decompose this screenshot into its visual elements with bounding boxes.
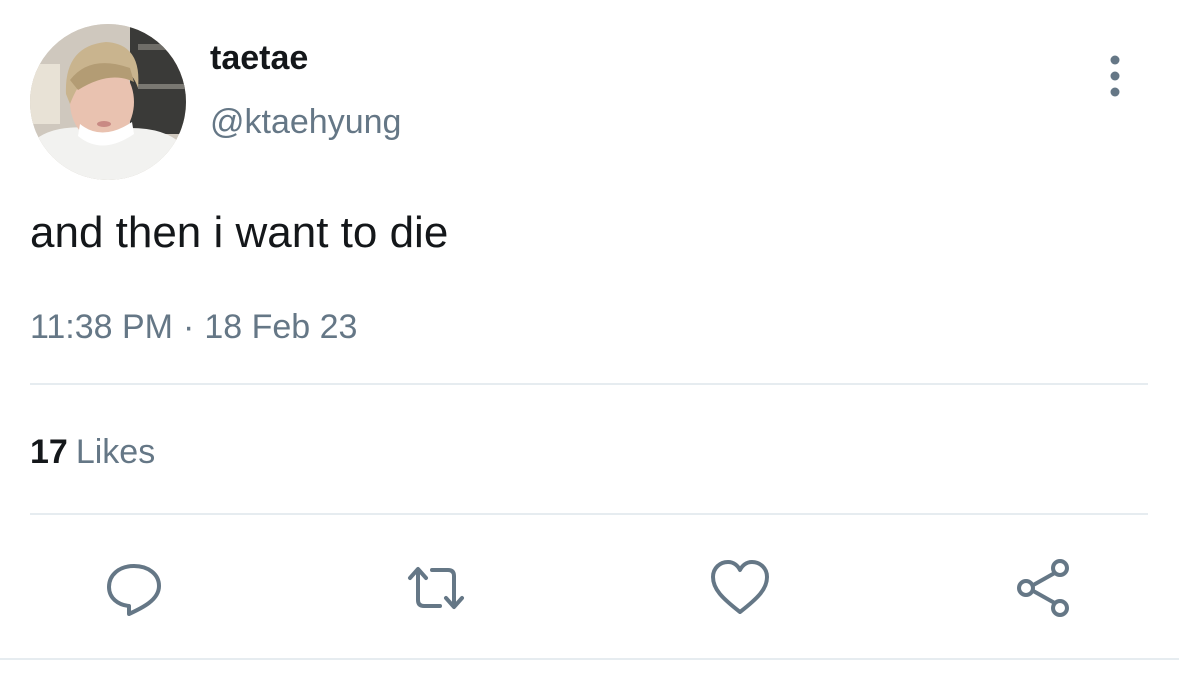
more-options-button[interactable]	[1098, 52, 1132, 100]
tweet-date: 18 Feb 23	[204, 308, 358, 346]
divider	[30, 513, 1148, 515]
author-display-name[interactable]: taetae	[210, 36, 308, 80]
retweet-arrows-icon	[408, 567, 464, 609]
avatar[interactable]	[30, 24, 186, 180]
avatar-photo	[30, 24, 186, 180]
likes-label: Likes	[75, 433, 156, 471]
tweet-text: and then i want to die	[30, 208, 449, 257]
retweet-button[interactable]	[404, 556, 468, 620]
likes-stat[interactable]: 17 Likes	[30, 430, 155, 474]
likes-count: 17	[30, 433, 68, 471]
like-button[interactable]	[708, 556, 772, 620]
tweet-timestamp: 11:38 PM · 18 Feb 23	[30, 305, 357, 349]
speech-bubble-icon	[107, 564, 161, 616]
share-nodes-icon	[1017, 559, 1069, 617]
author-handle[interactable]: @ktaehyung	[210, 100, 401, 144]
more-vertical-icon	[1110, 55, 1120, 97]
divider	[0, 658, 1179, 660]
reply-button[interactable]	[102, 556, 166, 620]
timestamp-separator: ·	[183, 308, 195, 346]
tweet-time: 11:38 PM	[30, 308, 174, 346]
heart-icon	[711, 560, 769, 614]
share-button[interactable]	[1012, 556, 1076, 620]
divider	[30, 383, 1148, 385]
